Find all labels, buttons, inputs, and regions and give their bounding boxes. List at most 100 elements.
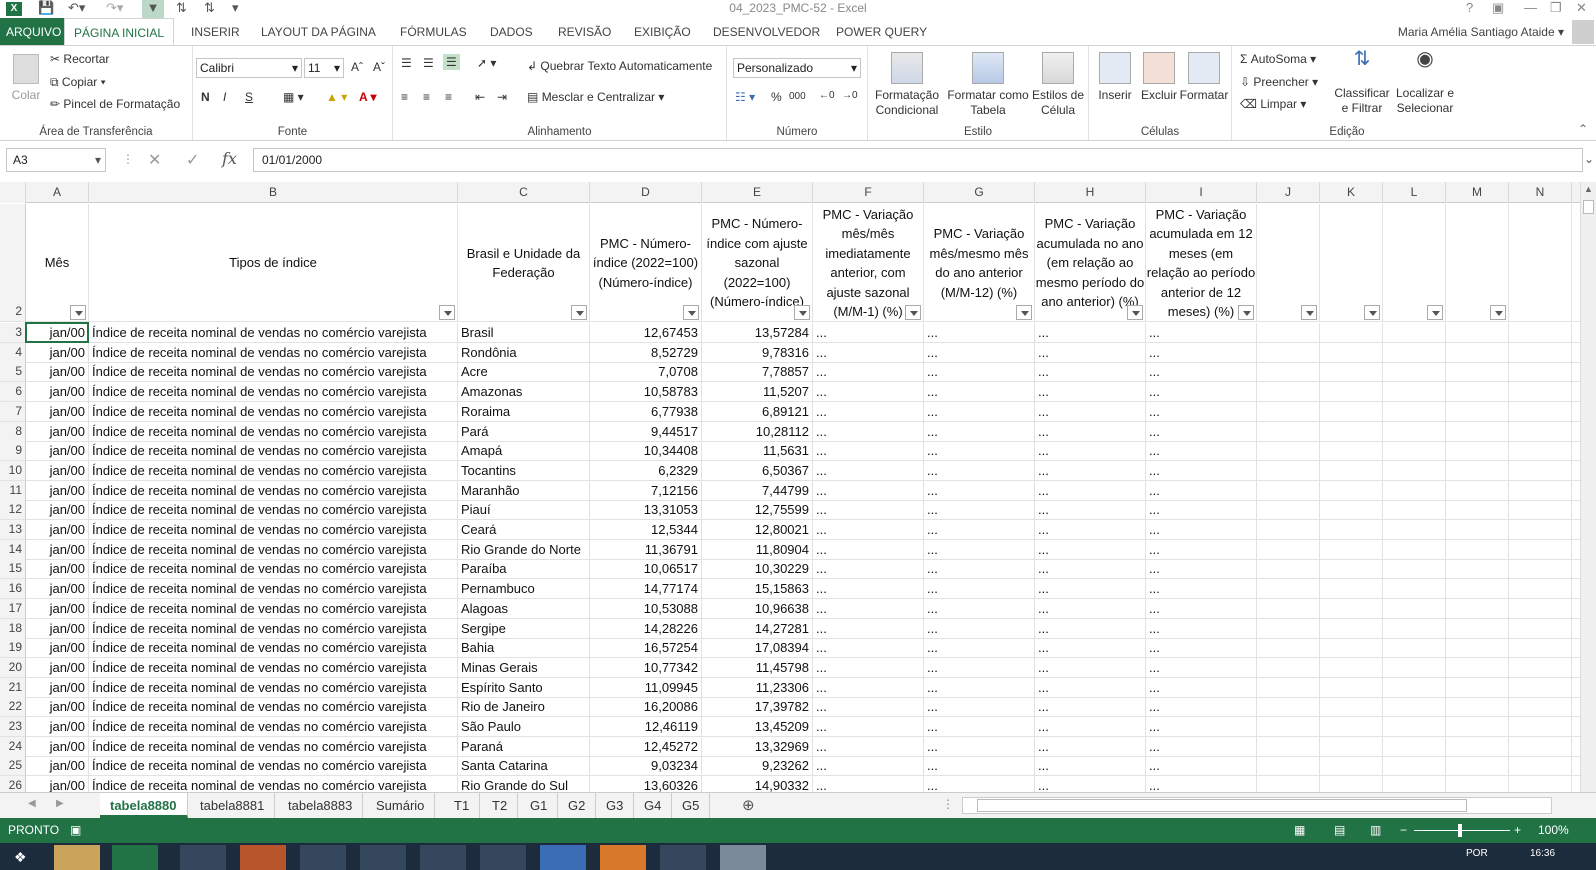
cell-g[interactable]: ...	[924, 460, 1035, 480]
taskbar-app-icon[interactable]	[240, 845, 286, 870]
cell-empty[interactable]	[1320, 441, 1383, 461]
cell-e[interactable]: 10,28112	[702, 421, 813, 441]
filter-dropdown-icon[interactable]	[1364, 305, 1380, 320]
cell-empty[interactable]	[1383, 697, 1446, 717]
row-header[interactable]: 10	[0, 460, 26, 481]
cell-h[interactable]: ...	[1035, 401, 1146, 421]
cell-c[interactable]: Paraná	[458, 736, 590, 756]
row-header[interactable]: 13	[0, 520, 26, 540]
cell-empty[interactable]	[1383, 520, 1446, 539]
cell-empty[interactable]	[1509, 323, 1572, 342]
cell-empty[interactable]	[1383, 638, 1446, 658]
taskbar-app-icon[interactable]	[480, 845, 526, 870]
cell-g[interactable]: ...	[924, 736, 1035, 756]
cell-f[interactable]: ...	[813, 460, 924, 480]
cell-g[interactable]: ...	[924, 559, 1035, 579]
cell-empty[interactable]	[1320, 323, 1383, 342]
taskbar-app-icon[interactable]	[300, 845, 346, 870]
format-button[interactable]: Formatar	[1179, 52, 1229, 103]
formula-input[interactable]: 01/01/2000	[253, 148, 1583, 172]
cell-g[interactable]: ...	[924, 382, 1035, 402]
spreadsheet-grid[interactable]: A B C D E F G H I J K L M N 2 Mês Tipos …	[0, 182, 1596, 804]
cell-b[interactable]: Índice de receita nominal de vendas no c…	[89, 756, 458, 776]
cell-c[interactable]: Brasil	[458, 323, 590, 342]
macro-record-icon[interactable]: ▣	[70, 818, 81, 843]
cell-empty[interactable]	[1509, 697, 1572, 717]
wrap-text-button[interactable]: ↲ Quebrar Texto Automaticamente	[527, 59, 712, 73]
select-all-corner[interactable]	[0, 182, 26, 203]
cell-empty[interactable]	[1446, 382, 1509, 402]
align-bottom-icon[interactable]: ☰	[443, 54, 460, 70]
row-header[interactable]: 16	[0, 579, 26, 600]
cell-i[interactable]: ...	[1146, 520, 1257, 539]
cell-f[interactable]: ...	[813, 677, 924, 697]
cell-empty[interactable]	[1446, 441, 1509, 461]
font-name-select[interactable]: Calibri ▾	[196, 58, 302, 78]
cell-i[interactable]: ...	[1146, 657, 1257, 677]
cell-empty[interactable]	[1320, 638, 1383, 658]
cell-c[interactable]: Pernambuco	[458, 579, 590, 599]
cell-c[interactable]: Rio de Janeiro	[458, 697, 590, 717]
cell-h[interactable]: ...	[1035, 539, 1146, 559]
cell-e[interactable]: 11,5631	[702, 441, 813, 461]
cell-b[interactable]: Índice de receita nominal de vendas no c…	[89, 657, 458, 677]
cell-d[interactable]: 6,2329	[590, 460, 702, 480]
orientation-icon[interactable]: ➚ ▾	[477, 56, 496, 70]
cell-empty[interactable]	[1383, 736, 1446, 756]
cell-a[interactable]: jan/00	[26, 480, 89, 500]
taskbar-app-icon[interactable]	[600, 845, 646, 870]
cell-b[interactable]: Índice de receita nominal de vendas no c…	[89, 717, 458, 736]
cell-d[interactable]: 12,46119	[590, 717, 702, 736]
cell-empty[interactable]	[1509, 559, 1572, 579]
cell-e[interactable]: 11,5207	[702, 382, 813, 402]
row-header[interactable]: 4	[0, 342, 26, 363]
sheet-tab[interactable]: tabela8880	[100, 793, 188, 818]
filter-dropdown-icon[interactable]	[1490, 305, 1506, 320]
cell-i[interactable]: ...	[1146, 579, 1257, 599]
row-header[interactable]: 2	[0, 204, 26, 322]
column-header-d[interactable]: D	[590, 182, 702, 203]
cell-e[interactable]: 9,23262	[702, 756, 813, 776]
cell-empty[interactable]	[1383, 362, 1446, 382]
column-header-f[interactable]: F	[813, 182, 924, 203]
cell-empty[interactable]	[1257, 618, 1320, 638]
cell-d[interactable]: 8,52729	[590, 342, 702, 362]
filter-dropdown-icon[interactable]	[905, 305, 921, 320]
align-middle-icon[interactable]: ☰	[423, 56, 434, 70]
cell-e[interactable]: 6,89121	[702, 401, 813, 421]
cell-g[interactable]: ...	[924, 717, 1035, 736]
cell-d[interactable]: 16,57254	[590, 638, 702, 658]
cell-d[interactable]: 12,67453	[590, 323, 702, 342]
tab-formulas[interactable]: FÓRMULAS	[400, 18, 467, 45]
column-header-j[interactable]: J	[1257, 182, 1320, 203]
cell-empty[interactable]	[1383, 579, 1446, 599]
cell-styles-button[interactable]: Estilos de Célula	[1030, 52, 1086, 118]
cell-empty[interactable]	[1257, 736, 1320, 756]
cell-h[interactable]: ...	[1035, 697, 1146, 717]
row-header[interactable]: 6	[0, 382, 26, 403]
merge-center-button[interactable]: ▤ Mesclar e Centralizar ▾	[527, 90, 664, 104]
taskbar-app-icon[interactable]	[360, 845, 406, 870]
sheet-tab[interactable]: T1	[444, 793, 481, 818]
conditional-formatting-button[interactable]: Formatação Condicional	[870, 52, 944, 118]
cell-f[interactable]: ...	[813, 579, 924, 599]
cell-b[interactable]: Índice de receita nominal de vendas no c…	[89, 460, 458, 480]
tab-desenvolvedor[interactable]: DESENVOLVEDOR	[713, 18, 820, 45]
column-header-g[interactable]: G	[924, 182, 1035, 203]
cancel-icon[interactable]: ✕	[148, 150, 161, 170]
cell-empty[interactable]	[1509, 500, 1572, 520]
cell-empty[interactable]	[1446, 579, 1509, 599]
cell-i[interactable]: ...	[1146, 401, 1257, 421]
cut-button[interactable]: ✂ Recortar	[50, 52, 109, 66]
cell-g[interactable]: ...	[924, 539, 1035, 559]
column-header-m[interactable]: M	[1446, 182, 1509, 203]
cell-h[interactable]: ...	[1035, 598, 1146, 618]
tab-arquivo[interactable]: ARQUIVO	[0, 18, 68, 45]
cell-empty[interactable]	[1257, 382, 1320, 402]
prev-sheet-icon[interactable]: ◀	[28, 798, 36, 809]
cell-empty[interactable]	[1383, 500, 1446, 520]
cell-c[interactable]: Rio Grande do Norte	[458, 539, 590, 559]
cell-b[interactable]: Índice de receita nominal de vendas no c…	[89, 638, 458, 658]
cell-empty[interactable]	[1509, 677, 1572, 697]
cell-empty[interactable]	[1509, 342, 1572, 362]
